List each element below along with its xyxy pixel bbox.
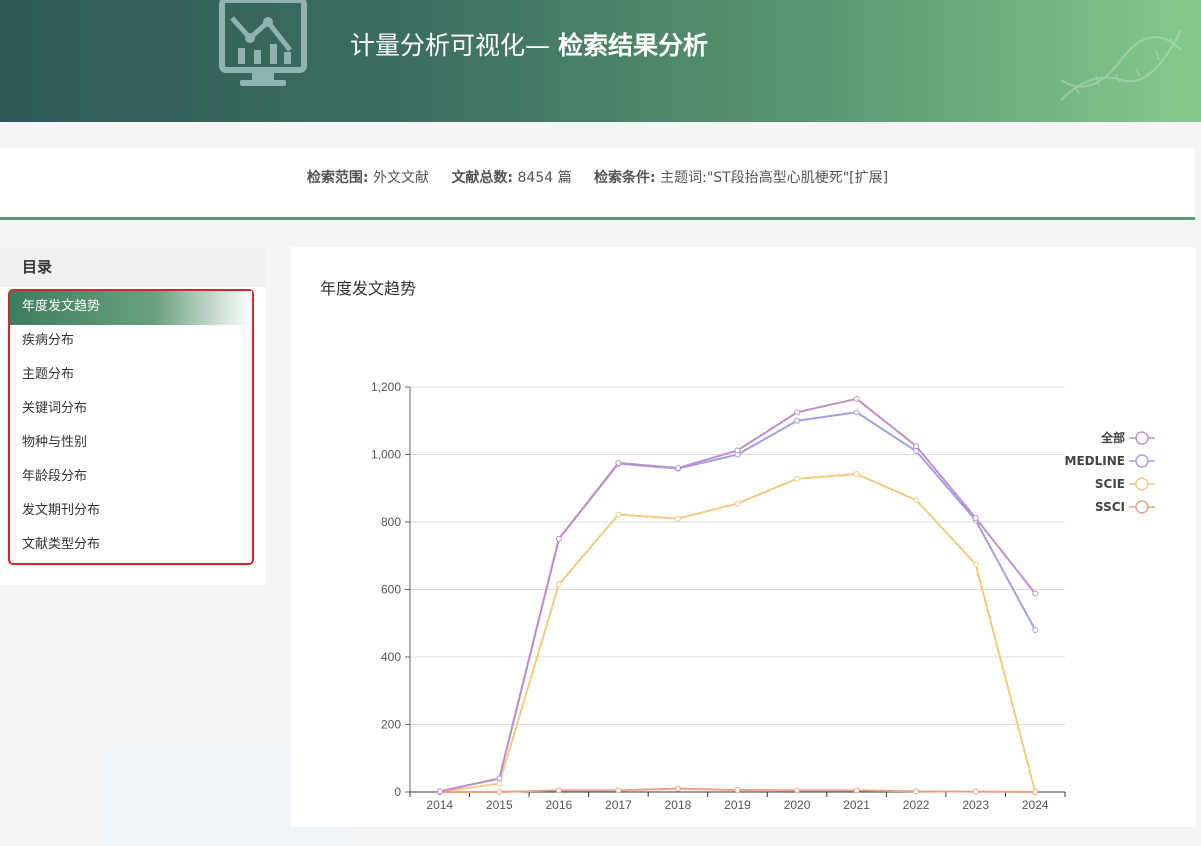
legend-label: SSCI <box>1095 500 1125 514</box>
data-point <box>853 787 860 794</box>
x-tick-label: 2018 <box>665 798 692 812</box>
data-point <box>615 787 622 794</box>
data-point <box>734 500 741 507</box>
menu-item-keyword[interactable]: 关键词分布 <box>10 393 252 427</box>
total-label: 文献总数: <box>451 170 514 186</box>
data-point <box>436 788 443 795</box>
series-line <box>439 411 1037 793</box>
x-tick-label: 2015 <box>486 798 513 812</box>
legend-marker <box>1135 477 1149 491</box>
legend-marker <box>1135 431 1149 445</box>
data-point <box>674 515 681 522</box>
data-point <box>496 780 503 787</box>
menu-item-doc-type[interactable]: 文献类型分布 <box>10 529 252 563</box>
header-banner: 计量分析可视化— 检索结果分析 <box>0 0 1201 122</box>
legend-marker <box>1135 500 1149 514</box>
data-point <box>972 561 979 568</box>
data-point <box>615 511 622 518</box>
legend-marker <box>1135 454 1149 468</box>
scope-value: 外文文献 <box>372 170 429 186</box>
x-tick-label: 2021 <box>843 798 870 812</box>
condition-label: 检索条件: <box>594 170 656 186</box>
data-point <box>913 443 920 450</box>
monitor-chart-icon <box>219 0 307 86</box>
data-point <box>913 497 920 504</box>
x-tick-label: 2019 <box>724 798 751 812</box>
data-point <box>972 514 979 521</box>
x-tick-label: 2022 <box>903 798 930 812</box>
menu-item-disease[interactable]: 疾病分布 <box>10 325 252 359</box>
data-point <box>734 447 741 454</box>
data-point <box>794 417 801 424</box>
data-point <box>674 785 681 792</box>
data-point <box>555 787 562 794</box>
y-tick-label: 400 <box>381 650 401 664</box>
y-tick-label: 800 <box>381 515 401 529</box>
x-tick-label: 2023 <box>962 798 989 812</box>
data-point <box>972 788 979 795</box>
data-point <box>1032 789 1039 795</box>
y-tick-label: 0 <box>394 785 401 799</box>
line-chart: 0 200 400 600 800 1,000 1,200 2014 2015 2016 2017 2… <box>371 380 1155 812</box>
dna-decoration-icon <box>1060 29 1182 101</box>
menu-item-topic[interactable]: 主题分布 <box>10 359 252 393</box>
legend-label: 全部 <box>1100 430 1125 445</box>
x-tick-label: 2016 <box>546 798 573 812</box>
scope-label: 检索范围: <box>306 170 369 186</box>
y-tick-label: 1,000 <box>371 448 401 462</box>
y-tick-label: 200 <box>381 718 401 732</box>
data-point <box>794 409 801 416</box>
legend-label: MEDLINE <box>1065 454 1125 468</box>
data-point <box>853 471 860 478</box>
y-tick-label: 600 <box>381 583 401 597</box>
toc-sidebar: 目录 年度发文趋势 疾病分布 主题分布 关键词分布 物种与性别 年龄段分布 发文… <box>0 247 266 585</box>
data-point <box>913 788 920 795</box>
menu-item-species-gender[interactable]: 物种与性别 <box>10 427 252 461</box>
x-tick-label: 2014 <box>426 798 453 812</box>
data-point <box>1032 627 1039 633</box>
menu-item-annual-trend[interactable]: 年度发文趋势 <box>10 291 252 325</box>
page-title: 计量分析可视化— 检索结果分析 <box>350 31 708 60</box>
data-point <box>734 786 741 793</box>
data-point <box>615 459 622 466</box>
y-tick-label: 1,200 <box>371 380 401 394</box>
data-point <box>1032 590 1039 597</box>
data-point <box>674 465 681 471</box>
series-line <box>439 397 1037 793</box>
total-value: 8454 篇 <box>517 170 572 186</box>
menu-item-age[interactable]: 年龄段分布 <box>10 461 252 495</box>
x-tick-label: 2024 <box>1022 798 1049 812</box>
legend-label: SCIE <box>1095 477 1125 491</box>
toc-menu: 年度发文趋势 疾病分布 主题分布 关键词分布 物种与性别 年龄段分布 发文期刊分… <box>8 289 254 565</box>
toc-heading: 目录 <box>0 247 266 287</box>
data-point <box>496 775 503 782</box>
x-tick-label: 2020 <box>784 798 811 812</box>
data-point <box>496 789 503 795</box>
condition-value: 主题词:"ST段抬高型心肌梗死"[扩展] <box>660 170 889 186</box>
data-point <box>853 409 860 416</box>
data-point <box>853 395 860 402</box>
menu-item-journal[interactable]: 发文期刊分布 <box>10 495 252 529</box>
chart-panel: 年度发文趋势 0 200 400 600 800 1,000 1,200 2014 2015 20… <box>291 247 1196 827</box>
search-info-bar: 检索范围: 外文文献 文献总数: 8454 篇 检索条件: 主题词:"ST段抬高… <box>0 148 1195 220</box>
x-tick-label: 2017 <box>605 798 632 812</box>
data-point <box>555 581 562 588</box>
data-point <box>555 535 562 542</box>
data-point <box>794 475 801 482</box>
data-point <box>794 787 801 794</box>
